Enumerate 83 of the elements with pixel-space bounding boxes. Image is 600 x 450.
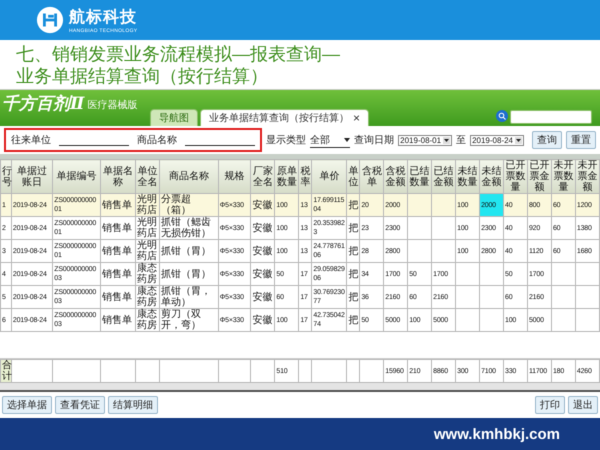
slide-title: 业务单据结算查询（按行结算） bbox=[16, 65, 269, 87]
table-cell: 销售单 bbox=[100, 194, 136, 216]
table-cell: 抓钳（鳃齿无损伤钳） bbox=[159, 216, 218, 240]
table-cell: 销售单 bbox=[100, 240, 136, 262]
date-label: 查询日期 bbox=[354, 134, 394, 147]
date-to-field[interactable]: 2019-08-24 bbox=[470, 134, 524, 146]
table-cell: 分票超（箱） bbox=[159, 194, 218, 216]
column-header[interactable]: 未开票金额 bbox=[575, 160, 600, 194]
column-header[interactable]: 行号 bbox=[0, 160, 12, 194]
table-cell: 安徽 bbox=[250, 194, 275, 216]
column-header[interactable]: 单价 bbox=[312, 160, 347, 194]
table-cell: 安徽 bbox=[250, 308, 275, 332]
table-cell: 销售单 bbox=[100, 262, 136, 286]
website-url: www.kmhbkj.com bbox=[434, 426, 560, 442]
search-icon[interactable] bbox=[496, 110, 508, 122]
table-cell: 销售单 bbox=[100, 308, 136, 332]
column-header[interactable]: 未开票数量 bbox=[551, 160, 576, 194]
action-button[interactable]: 打印 bbox=[535, 396, 565, 414]
table-cell: 销售单 bbox=[100, 286, 136, 308]
column-header[interactable]: 单据名称 bbox=[100, 160, 136, 194]
date-from-field[interactable]: 2019-08-01 bbox=[398, 134, 452, 146]
tab[interactable]: 业务单据结算查询（按行结算） × bbox=[200, 109, 370, 126]
table-cell: 把 bbox=[346, 262, 360, 286]
total-cell: 合计 bbox=[0, 360, 12, 382]
table-cell: 安徽 bbox=[250, 286, 275, 308]
table-cell: 把 bbox=[346, 240, 360, 262]
table-cell: 销售单 bbox=[100, 216, 136, 240]
action-button[interactable]: 退出 bbox=[568, 396, 598, 414]
column-header[interactable]: 已开票数量 bbox=[504, 160, 528, 194]
column-header[interactable]: 单位全名 bbox=[136, 160, 160, 194]
table-cell: 把 bbox=[346, 216, 360, 240]
partner-label: 往来单位 bbox=[11, 134, 51, 147]
table-cell: 抓钳（胃） bbox=[159, 262, 218, 286]
column-header[interactable]: 未结金额 bbox=[480, 160, 504, 194]
column-header[interactable]: 已开票金额 bbox=[527, 160, 552, 194]
slide-title: 七、销销发票业务流程模拟—报表查询— bbox=[16, 43, 341, 65]
table-cell: 安徽 bbox=[250, 216, 275, 240]
column-header[interactable]: 单位 bbox=[346, 160, 360, 194]
query-button[interactable]: 查询 bbox=[532, 131, 562, 149]
table-cell: 把 bbox=[346, 286, 360, 308]
action-button[interactable]: 结算明细 bbox=[108, 396, 158, 414]
table-cell: 安徽 bbox=[250, 240, 275, 262]
search-field[interactable] bbox=[510, 110, 592, 124]
table-cell: 光明药店 bbox=[136, 194, 160, 216]
column-header[interactable]: 含税金额 bbox=[384, 160, 408, 194]
column-header[interactable]: 原单数量 bbox=[274, 160, 299, 194]
brand-name: 千方百剂Ⅱ bbox=[2, 93, 84, 115]
tab[interactable]: 导航图 bbox=[150, 109, 198, 126]
column-header[interactable]: 含税单 bbox=[360, 160, 384, 194]
table-cell: 抓钳（胃） bbox=[159, 240, 218, 262]
reset-button[interactable]: 重置 bbox=[566, 131, 596, 149]
table-cell: 光明药店 bbox=[136, 240, 160, 262]
logo-icon bbox=[36, 6, 64, 34]
action-button[interactable]: 选择单据 bbox=[2, 396, 52, 414]
table-cell: 抓钳（胃，单动） bbox=[159, 286, 218, 308]
table-cell: 光明药店 bbox=[136, 216, 160, 240]
date-to-label: 至 bbox=[456, 134, 466, 147]
display-type-dropdown[interactable]: 全部 bbox=[310, 132, 350, 148]
logo-text: 航标科技 bbox=[69, 7, 138, 28]
table-cell: 康态药房 bbox=[136, 262, 160, 286]
column-header[interactable]: 单据过账日 bbox=[11, 160, 53, 194]
caret-icon bbox=[443, 136, 450, 144]
column-header[interactable]: 未结数量 bbox=[456, 160, 480, 194]
table-cell: 安徽 bbox=[250, 262, 275, 286]
table-cell: 剪刀（双开，弯） bbox=[159, 308, 218, 332]
column-header[interactable]: 已结数量 bbox=[408, 160, 432, 194]
caret-icon bbox=[344, 138, 350, 142]
product-label: 商品名称 bbox=[137, 134, 177, 147]
column-header[interactable]: 商品名称 bbox=[159, 160, 218, 194]
table-cell: 康态药房 bbox=[136, 308, 160, 332]
brand-edition: 医疗器械版 bbox=[87, 98, 138, 113]
column-header[interactable]: 厂家全名 bbox=[250, 160, 275, 194]
column-header[interactable]: 单据编号 bbox=[52, 160, 101, 194]
caret-icon bbox=[515, 136, 522, 144]
table-cell: 把 bbox=[346, 308, 360, 332]
display-type-label: 显示类型 bbox=[266, 134, 306, 147]
horizontal-scrollbar[interactable] bbox=[0, 383, 600, 392]
action-button[interactable]: 查看凭证 bbox=[55, 396, 105, 414]
column-header[interactable]: 已结金额 bbox=[432, 160, 456, 194]
close-icon[interactable]: × bbox=[353, 113, 360, 123]
column-header[interactable]: 税率 bbox=[298, 160, 312, 194]
table-cell: 康态药房 bbox=[136, 286, 160, 308]
column-header[interactable]: 规格 bbox=[218, 160, 251, 194]
